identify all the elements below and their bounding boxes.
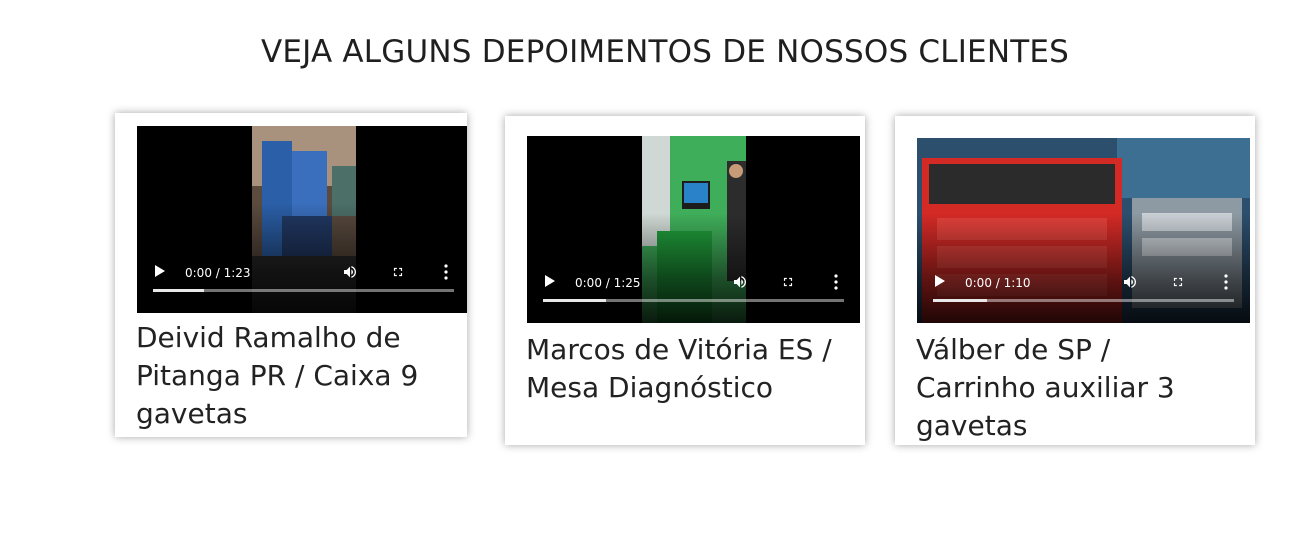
testimonial-card: 0:00 / 1:25 Marcos de Vitória ES / Mesa … [505,116,865,445]
video-progress-bar[interactable] [153,289,454,292]
fullscreen-icon[interactable] [781,275,795,289]
volume-icon[interactable] [1122,274,1138,290]
video-time: 0:00 / 1:23 [185,266,251,280]
play-icon[interactable] [545,275,555,287]
video-progress-fill [153,289,205,292]
video-progress-bar[interactable] [543,299,844,302]
testimonial-caption: Marcos de Vitória ES / Mesa Diagnóstico [526,333,832,404]
testimonial-caption: Deivid Ramalho de Pitanga PR / Caixa 9 g… [136,321,419,430]
fullscreen-icon[interactable] [391,265,405,279]
video-time: 0:00 / 1:25 [575,276,641,290]
testimonial-card: 0:00 / 1:23 Deivid Ramalho de Pitanga PR… [115,113,467,437]
play-icon[interactable] [155,265,165,277]
video-player[interactable]: 0:00 / 1:25 [527,136,860,323]
more-vert-icon[interactable] [1223,274,1229,290]
video-progress-fill [933,299,988,302]
more-vert-icon[interactable] [833,274,839,290]
volume-icon[interactable] [732,274,748,290]
video-player[interactable]: 0:00 / 1:10 [917,138,1250,323]
video-controls: 0:00 / 1:23 [137,253,467,313]
video-progress-bar[interactable] [933,299,1234,302]
video-player[interactable]: 0:00 / 1:23 [137,126,467,313]
video-time: 0:00 / 1:10 [965,276,1031,290]
play-icon[interactable] [935,275,945,287]
testimonial-card: 0:00 / 1:10 Válber de SP / Carrinho auxi… [895,116,1255,445]
video-progress-fill [543,299,607,302]
section-title: VEJA ALGUNS DEPOIMENTOS DE NOSSOS CLIENT… [260,34,1070,70]
video-controls: 0:00 / 1:10 [917,263,1250,323]
testimonial-caption: Válber de SP / Carrinho auxiliar 3 gavet… [916,333,1175,442]
volume-icon[interactable] [342,264,358,280]
fullscreen-icon[interactable] [1171,275,1185,289]
video-controls: 0:00 / 1:25 [527,263,860,323]
more-vert-icon[interactable] [443,264,449,280]
